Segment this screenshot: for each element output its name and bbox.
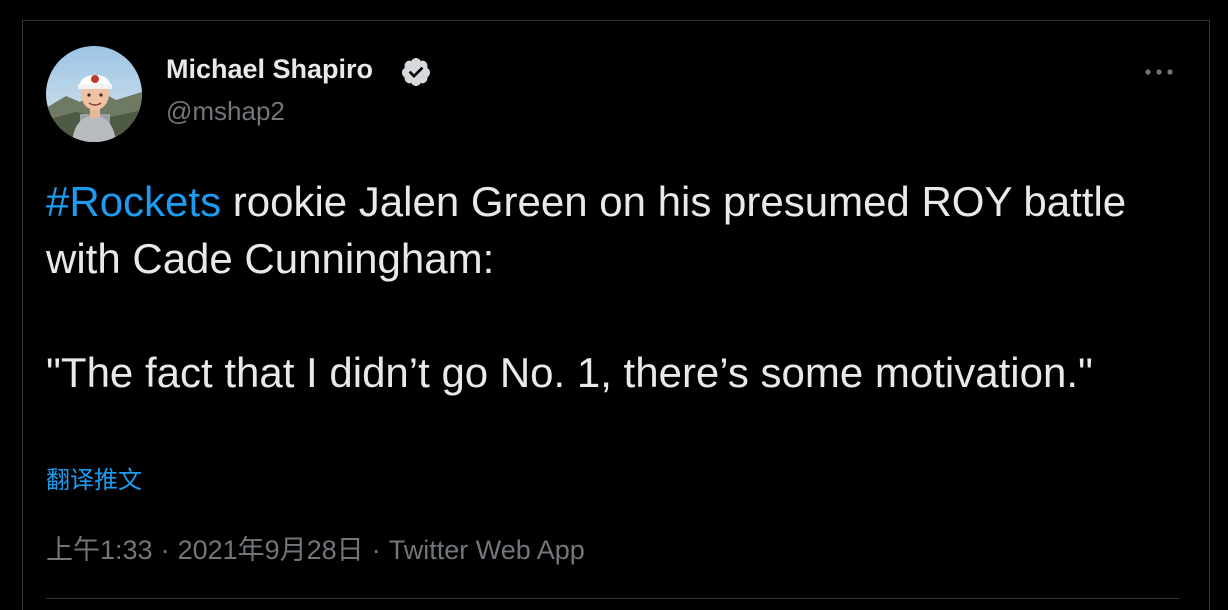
tweet-text: #Rockets rookie Jalen Green on his presu… [46,173,1186,401]
tweet-quote: "The fact that I didn’t go No. 1, there’… [46,349,1093,396]
translate-tweet-link[interactable]: 翻译推文 [46,460,142,495]
frame-border-right [1209,20,1210,610]
tweet-time-link[interactable]: 上午1:33 [46,535,153,565]
verified-badge-icon [400,56,432,88]
avatar[interactable] [46,46,142,142]
frame-border-left [22,20,23,610]
more-options-button[interactable] [1138,56,1180,88]
author-display-name[interactable]: Michael Shapiro [166,54,373,85]
tweet-paragraph-1: #Rockets rookie Jalen Green on his presu… [46,173,1186,287]
meta-separator: · [371,535,381,565]
tweet-meta: 上午1:33 · 2021年9月28日 · Twitter Web App [46,528,585,567]
author-handle[interactable]: @mshap2 [166,96,285,127]
frame-border-top [22,20,1210,21]
meta-separator: · [160,535,170,565]
avatar-image [46,46,142,142]
divider [46,598,1180,599]
more-icon [1145,69,1173,75]
hashtag-link[interactable]: #Rockets [46,178,221,225]
tweet-date-link[interactable]: 2021年9月28日 [178,535,364,565]
tweet-source: Twitter Web App [388,535,585,565]
